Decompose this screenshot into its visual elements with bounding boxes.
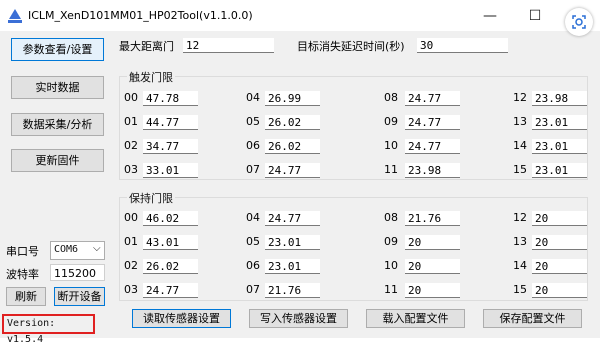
trigger-value-field[interactable]: 24.77 (405, 115, 460, 130)
trigger-index-label: 00 (124, 91, 138, 104)
hold-index-label: 05 (246, 235, 260, 248)
hold-value-field[interactable]: 24.77 (143, 283, 198, 298)
trigger-value-field[interactable]: 44.77 (143, 115, 198, 130)
trigger-value-field[interactable]: 23.01 (532, 139, 587, 154)
trigger-value-field[interactable]: 23.98 (405, 163, 460, 178)
nav-collect-button[interactable]: 数据采集/分析 (11, 113, 104, 136)
hold-value-field[interactable]: 26.02 (143, 259, 198, 274)
trigger-value-field[interactable]: 33.01 (143, 163, 198, 178)
hold-value-field[interactable]: 20 (532, 283, 587, 298)
max-distance-label: 最大距离门 (119, 40, 174, 53)
trigger-value-field[interactable]: 47.78 (143, 91, 198, 106)
hold-value-field[interactable]: 46.02 (143, 211, 198, 226)
hold-index-label: 03 (124, 283, 138, 296)
trigger-group-title: 触发门限 (127, 69, 175, 85)
hold-value-field[interactable]: 21.76 (265, 283, 320, 298)
hold-value-field[interactable]: 20 (405, 283, 460, 298)
window-title: ICLM_XenD101MM01_HP02Tool(v1.1.0.0) (28, 9, 253, 22)
trigger-index-label: 14 (513, 139, 527, 152)
baud-label: 波特率 (6, 268, 39, 281)
port-select[interactable]: COM6 ⌵ (50, 241, 105, 260)
nav-params-button[interactable]: 参数查看/设置 (11, 38, 104, 61)
hold-value-field[interactable]: 20 (405, 259, 460, 274)
hold-index-label: 12 (513, 211, 527, 224)
hold-value-field[interactable]: 20 (405, 235, 460, 250)
trigger-index-label: 04 (246, 91, 260, 104)
hold-value-field[interactable]: 20 (532, 259, 587, 274)
title-bar: ICLM_XenD101MM01_HP02Tool(v1.1.0.0) — ☐ (0, 0, 600, 31)
chevron-down-icon: ⌵ (93, 243, 101, 254)
save-config-button[interactable]: 保存配置文件 (483, 309, 582, 328)
trigger-index-label: 15 (513, 163, 527, 176)
trigger-value-field[interactable]: 24.77 (265, 163, 320, 178)
minimize-icon[interactable]: — (470, 4, 510, 28)
delay-label: 目标消失延迟时间(秒) (297, 40, 405, 53)
hold-index-label: 14 (513, 259, 527, 272)
trigger-index-label: 11 (384, 163, 398, 176)
trigger-value-field[interactable]: 26.02 (265, 115, 320, 130)
version-label: Version: v1.5.4 (2, 314, 95, 345)
hold-value-field[interactable]: 20 (532, 235, 587, 250)
hold-value-field[interactable]: 24.77 (265, 211, 320, 226)
trigger-value-field[interactable]: 24.77 (405, 91, 460, 106)
trigger-index-label: 03 (124, 163, 138, 176)
hold-index-label: 13 (513, 235, 527, 248)
maximize-icon[interactable]: ☐ (515, 4, 555, 28)
trigger-index-label: 07 (246, 163, 260, 176)
trigger-index-label: 05 (246, 115, 260, 128)
trigger-index-label: 09 (384, 115, 398, 128)
trigger-index-label: 10 (384, 139, 398, 152)
hold-value-field[interactable]: 43.01 (143, 235, 198, 250)
hold-index-label: 09 (384, 235, 398, 248)
port-value: COM6 (54, 244, 79, 255)
trigger-value-field[interactable]: 23.01 (532, 163, 587, 178)
hold-index-label: 15 (513, 283, 527, 296)
hold-index-label: 02 (124, 259, 138, 272)
trigger-value-field[interactable]: 23.98 (532, 91, 587, 106)
app-window: ICLM_XenD101MM01_HP02Tool(v1.1.0.0) — ☐ … (0, 0, 600, 345)
hold-index-label: 01 (124, 235, 138, 248)
hold-value-field[interactable]: 23.01 (265, 235, 320, 250)
trigger-index-label: 06 (246, 139, 260, 152)
load-config-button[interactable]: 载入配置文件 (366, 309, 465, 328)
refresh-button[interactable]: 刷新 (6, 287, 46, 306)
trigger-value-field[interactable]: 26.02 (265, 139, 320, 154)
trigger-value-field[interactable]: 26.99 (265, 91, 320, 106)
hold-index-label: 06 (246, 259, 260, 272)
app-logo-icon (8, 9, 22, 23)
read-sensor-button[interactable]: 读取传感器设置 (132, 309, 231, 328)
disconnect-button[interactable]: 断开设备 (54, 287, 105, 306)
hold-index-label: 08 (384, 211, 398, 224)
hold-index-label: 10 (384, 259, 398, 272)
trigger-index-label: 08 (384, 91, 398, 104)
nav-firmware-button[interactable]: 更新固件 (11, 149, 104, 172)
trigger-index-label: 01 (124, 115, 138, 128)
hold-value-field[interactable]: 23.01 (265, 259, 320, 274)
trigger-index-label: 02 (124, 139, 138, 152)
hold-group-title: 保持门限 (127, 190, 175, 206)
delay-field[interactable]: 30 (417, 38, 508, 53)
trigger-index-label: 13 (513, 115, 527, 128)
hold-value-field[interactable]: 20 (532, 211, 587, 226)
write-sensor-button[interactable]: 写入传感器设置 (249, 309, 348, 328)
trigger-index-label: 12 (513, 91, 527, 104)
trigger-value-field[interactable]: 24.77 (405, 139, 460, 154)
nav-realtime-button[interactable]: 实时数据 (11, 76, 104, 99)
trigger-value-field[interactable]: 23.01 (532, 115, 587, 130)
visual-search-icon[interactable] (565, 8, 593, 36)
hold-index-label: 04 (246, 211, 260, 224)
hold-value-field[interactable]: 21.76 (405, 211, 460, 226)
hold-index-label: 00 (124, 211, 138, 224)
port-label: 串口号 (6, 245, 39, 258)
trigger-value-field[interactable]: 34.77 (143, 139, 198, 154)
baud-field[interactable]: 115200 (50, 264, 105, 281)
max-distance-field[interactable]: 12 (183, 38, 274, 53)
hold-index-label: 07 (246, 283, 260, 296)
hold-index-label: 11 (384, 283, 398, 296)
